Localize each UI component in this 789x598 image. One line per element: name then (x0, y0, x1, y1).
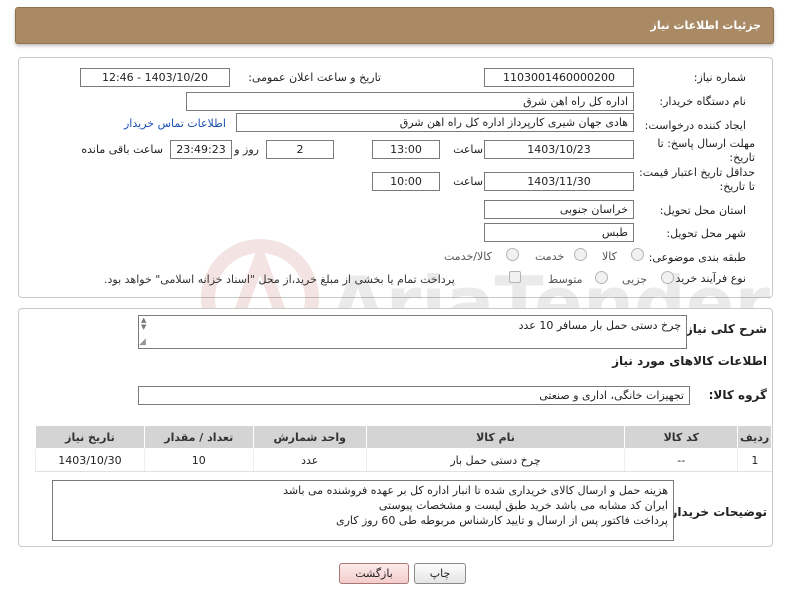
reply-time-field: 13:00 (372, 140, 440, 159)
back-button[interactable]: بازگشت (339, 563, 409, 584)
buyer-notes-textarea[interactable]: هزینه حمل و ارسال کالای خریداری شده تا ا… (52, 480, 674, 541)
process-radio-medium[interactable] (595, 271, 608, 284)
remaining-time-field: 23:49:23 (170, 140, 232, 159)
buyer-org-label: نام دستگاه خریدار: (659, 95, 746, 108)
goods-table-header: ردیف کد کالا نام کالا واحد شمارش تعداد /… (35, 425, 772, 449)
category-option-goods-service: کالا/خدمت (444, 250, 492, 263)
validity-time-field: 10:00 (372, 172, 440, 191)
cell-row: 1 (737, 448, 772, 472)
treasury-payment-checkbox[interactable] (509, 271, 521, 283)
textarea-scroll-arrows-icon[interactable]: ▲ ▼ (141, 317, 146, 331)
requester-field: هادی جهان شیری کارپرداز اداره کل راه اهن… (236, 113, 634, 132)
validity-date-field: 1403/11/30 (484, 172, 634, 191)
summary-label: شرح کلی نیاز: (681, 322, 767, 336)
province-label: استان محل تحویل: (659, 204, 746, 217)
category-label: طبقه بندی موضوعی: (648, 251, 746, 264)
category-option-service: خدمت (535, 250, 565, 263)
page-title: جزئیات اطلاعات نیاز (650, 19, 762, 32)
need-number-field: 1103001460000200 (484, 68, 634, 87)
category-radio-goods[interactable] (631, 248, 644, 261)
category-radio-goods-service[interactable] (506, 248, 519, 261)
page-header: جزئیات اطلاعات نیاز (15, 7, 774, 44)
col-code: کد کالا (624, 425, 739, 449)
treasury-payment-note: پرداخت تمام یا بخشی از مبلغ خرید،از محل … (104, 273, 455, 286)
col-date: تاریخ نیاز (35, 425, 145, 449)
cell-name: چرخ دستی حمل بار (365, 448, 625, 472)
goods-group-field: تجهیزات خانگی، اداری و صنعتی (138, 386, 690, 405)
category-radio-service[interactable] (574, 248, 587, 261)
announce-label: تاریخ و ساعت اعلان عمومی: (248, 71, 381, 84)
col-qty: تعداد / مقدار (143, 425, 254, 449)
validity-label: حداقل تاریخ اعتبار قیمت: تا تاریخ: (639, 166, 755, 193)
process-label: نوع فرآیند خرید : (668, 272, 746, 285)
days-field: 2 (266, 140, 334, 159)
buyer-org-field: اداره کل راه اهن شرق (186, 92, 634, 111)
process-radio-minor[interactable] (661, 271, 674, 284)
requester-label: ایجاد کننده درخواست: (644, 119, 746, 132)
announce-field: 1403/10/20 - 12:46 (80, 68, 230, 87)
summary-textarea[interactable]: چرخ دستی حمل بار مسافر 10 عدد (138, 315, 687, 349)
goods-table: ردیف کد کالا نام کالا واحد شمارش تعداد /… (35, 425, 772, 472)
validity-time-label: ساعت (453, 175, 483, 188)
process-option-medium: متوسط (548, 273, 583, 286)
print-button[interactable]: چاپ (414, 563, 466, 584)
col-row: ردیف (737, 425, 772, 449)
city-label: شهر محل تحویل: (666, 227, 746, 240)
reply-date-field: 1403/10/23 (484, 140, 634, 159)
goods-section-title: اطلاعات کالاهای مورد نیاز (612, 354, 767, 368)
city-field: طبس (484, 223, 634, 242)
reply-deadline-label: مهلت ارسال پاسخ: تا تاریخ: (657, 137, 755, 164)
buyer-notes-label: توضیحات خریدار: (665, 505, 767, 519)
contact-info-link[interactable]: اطلاعات تماس خریدار (124, 117, 226, 130)
table-row: 1 -- چرخ دستی حمل بار عدد 10 1403/10/30 (35, 448, 772, 472)
province-field: خراسان جنوبی (484, 200, 634, 219)
need-number-label: شماره نیاز: (693, 71, 746, 84)
cell-code: -- (624, 448, 738, 472)
remaining-label: ساعت باقی مانده (81, 143, 163, 156)
col-name: نام کالا (365, 425, 626, 449)
reply-time-label: ساعت (453, 143, 483, 156)
cell-unit: عدد (252, 448, 367, 472)
cell-qty: 10 (143, 448, 254, 472)
process-option-minor: جزیی (622, 273, 648, 286)
days-label: روز و (234, 143, 259, 156)
col-unit: واحد شمارش (252, 425, 367, 449)
category-option-goods: کالا (602, 250, 617, 263)
cell-date: 1403/10/30 (35, 448, 145, 472)
goods-group-label: گروه کالا: (708, 388, 767, 402)
textarea-resize-handle-icon[interactable]: ◢ (139, 337, 146, 347)
